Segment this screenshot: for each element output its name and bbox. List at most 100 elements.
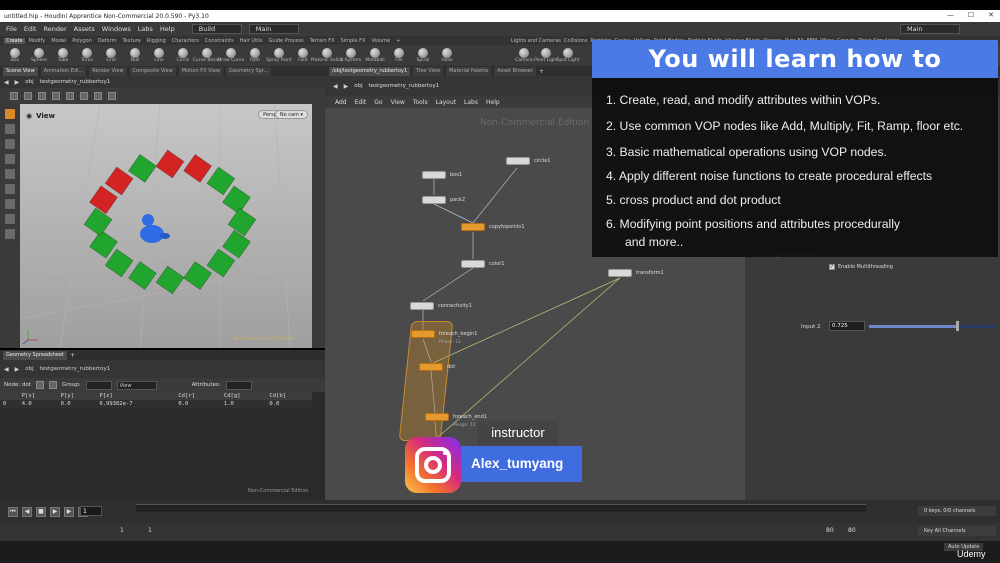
spreadsheet-table[interactable]: P[x] P[y] P[z] Cd[r] Cd[g] Cd[b] 0 4.0 0… (0, 392, 325, 500)
select-tool-icon[interactable] (5, 109, 15, 119)
tab-geometry-spreadsheet[interactable]: Geometry Spr... (225, 66, 272, 76)
handle-tool-icon[interactable] (5, 169, 15, 179)
node-dot[interactable] (419, 363, 443, 371)
tool-point-light[interactable]: Point Light (534, 48, 558, 63)
node-circle1[interactable] (506, 157, 530, 165)
tool-torus[interactable]: Torus (78, 48, 96, 63)
node-foreach-begin1[interactable] (411, 330, 435, 338)
render-region-icon[interactable] (5, 229, 15, 239)
shelf-tab-modify[interactable]: Modify (27, 38, 48, 44)
node-pack2[interactable] (422, 196, 446, 204)
forward-arrow-icon[interactable]: ▶ (15, 79, 20, 86)
range-end-field[interactable]: 80 (826, 527, 834, 534)
play-icon[interactable]: ▶ (50, 506, 60, 517)
shelf-tab-simple-fx[interactable]: Simple FX (339, 38, 368, 44)
shelf-tab-guide-process[interactable]: Guide Process (266, 38, 305, 44)
tool-platonic-solids[interactable]: Platonic Solids (311, 48, 343, 63)
viewport-option-icon[interactable] (10, 92, 18, 100)
tab-material-palette[interactable]: Material Palette (446, 66, 492, 76)
tool-curve-bezier[interactable]: Curve Bezier (193, 48, 221, 63)
net-menu-add[interactable]: Add (335, 99, 347, 106)
viewport-option-icon[interactable] (66, 92, 74, 100)
menu-file[interactable]: File (6, 25, 17, 33)
minimize-icon[interactable]: — (947, 11, 954, 19)
tool-spot-light[interactable]: Spot Light (557, 48, 579, 63)
view-select[interactable]: View (116, 380, 157, 390)
path-root[interactable]: obj (25, 79, 33, 85)
tab-asset-browser[interactable]: Asset Browser (494, 66, 536, 76)
net-menu-labs[interactable]: Labs (464, 99, 478, 106)
column-header[interactable]: P[y] (57, 392, 97, 400)
table-row[interactable]: 0 4.0 0.0 6.99382e-7 0.0 1.0 0.0 (0, 400, 312, 408)
key-all-channels-button[interactable]: Key All Channels (918, 526, 996, 536)
path-node[interactable]: testgeometry_rubbertoy1 (40, 79, 111, 85)
camera-tool-icon[interactable] (5, 214, 15, 224)
step-back-icon[interactable]: ◀ (22, 506, 32, 517)
tool-metaball[interactable]: Metaball (365, 48, 385, 63)
step-forward-icon[interactable]: ▶ (64, 506, 74, 517)
tool-camera[interactable]: Camera (515, 48, 533, 63)
points-mode-icon[interactable] (35, 381, 44, 389)
column-header[interactable]: Cd[b] (266, 392, 312, 400)
column-header[interactable]: P[z] (96, 392, 176, 400)
column-header[interactable] (0, 392, 19, 400)
viewport-option-icon[interactable] (52, 92, 60, 100)
viewport-option-icon[interactable] (94, 92, 102, 100)
column-header[interactable]: Cd[g] (220, 392, 267, 400)
menu-help[interactable]: Help (160, 25, 175, 33)
tool-null[interactable]: Null (126, 48, 144, 63)
tool-circle[interactable]: Circle (174, 48, 192, 63)
add-tab-icon[interactable]: + (539, 68, 544, 75)
node-copytopoints1[interactable] (461, 223, 485, 231)
node-foreach-end1[interactable] (425, 413, 449, 421)
shelf-tab-characters[interactable]: Characters (170, 38, 201, 44)
net-menu-layout[interactable]: Layout (436, 99, 456, 106)
path-node[interactable]: testgeometry_rubbertoy1 (369, 83, 440, 89)
range-start-field[interactable]: 1 (148, 527, 152, 534)
input2-slider-handle[interactable] (956, 321, 959, 331)
shelf-tab-model[interactable]: Model (49, 38, 68, 44)
shelf-tab-collisions[interactable]: Collisions (564, 38, 588, 44)
view-tool-icon[interactable] (5, 199, 15, 209)
shelf-tab-texture[interactable]: Texture (120, 38, 142, 44)
checkbox-icon[interactable]: ✓ (829, 264, 835, 270)
back-arrow-icon[interactable]: ◀ (4, 79, 9, 86)
back-arrow-icon[interactable]: ◀ (4, 366, 9, 373)
shelf-tab-polygon[interactable]: Polygon (70, 38, 94, 44)
shelf-tab-terrain-fx[interactable]: Terrain FX (308, 38, 337, 44)
column-header[interactable]: Cd[r] (175, 392, 221, 400)
tool-spray-paint[interactable]: Spray Paint (266, 48, 292, 63)
net-menu-view[interactable]: View (391, 99, 405, 106)
tab-render-view[interactable]: Render View (89, 66, 127, 76)
tab-composite-view[interactable]: Composite View (129, 66, 176, 76)
column-header[interactable]: P[x] (18, 392, 58, 400)
menu-labs[interactable]: Labs (138, 25, 153, 33)
forward-arrow-icon[interactable]: ▶ (344, 83, 349, 90)
shelf-tab-volume[interactable]: Volume (369, 38, 392, 44)
timeline-track[interactable] (136, 504, 866, 512)
pose-tool-icon[interactable] (5, 184, 15, 194)
add-shelf-tab-icon[interactable]: + (394, 38, 402, 44)
tool-helix[interactable]: Helix (438, 48, 456, 63)
tool-l-system[interactable]: L-System (341, 48, 361, 63)
group-field[interactable] (85, 380, 112, 390)
forward-arrow-icon[interactable]: ▶ (15, 366, 20, 373)
viewport-option-icon[interactable] (108, 92, 116, 100)
menu-windows[interactable]: Windows (102, 25, 131, 33)
shelf-tab-hair-utils[interactable]: Hair Utils (238, 38, 265, 44)
shelf-tab-deform[interactable]: Deform (96, 38, 119, 44)
node-transform1[interactable] (608, 269, 632, 277)
range-end-field[interactable]: 80 (848, 527, 856, 534)
range-start-field[interactable]: 1 (120, 527, 124, 534)
tool-draw-curve[interactable]: Draw Curve (218, 48, 244, 63)
jump-start-icon[interactable]: ⏮ (8, 506, 18, 517)
tool-font[interactable]: Font (294, 48, 312, 63)
viewport-option-icon[interactable] (38, 92, 46, 100)
menu-render[interactable]: Render (43, 25, 66, 33)
menu-assets[interactable]: Assets (74, 25, 95, 33)
keys-info[interactable]: 0 keys, 0/0 channels (918, 506, 996, 516)
multithread-toggle[interactable]: ✓ Enable Multithreading (829, 264, 893, 270)
tool-file[interactable]: File (390, 48, 408, 63)
net-menu-edit[interactable]: Edit (355, 99, 367, 106)
shelf-tab-create[interactable]: Create (4, 37, 25, 44)
